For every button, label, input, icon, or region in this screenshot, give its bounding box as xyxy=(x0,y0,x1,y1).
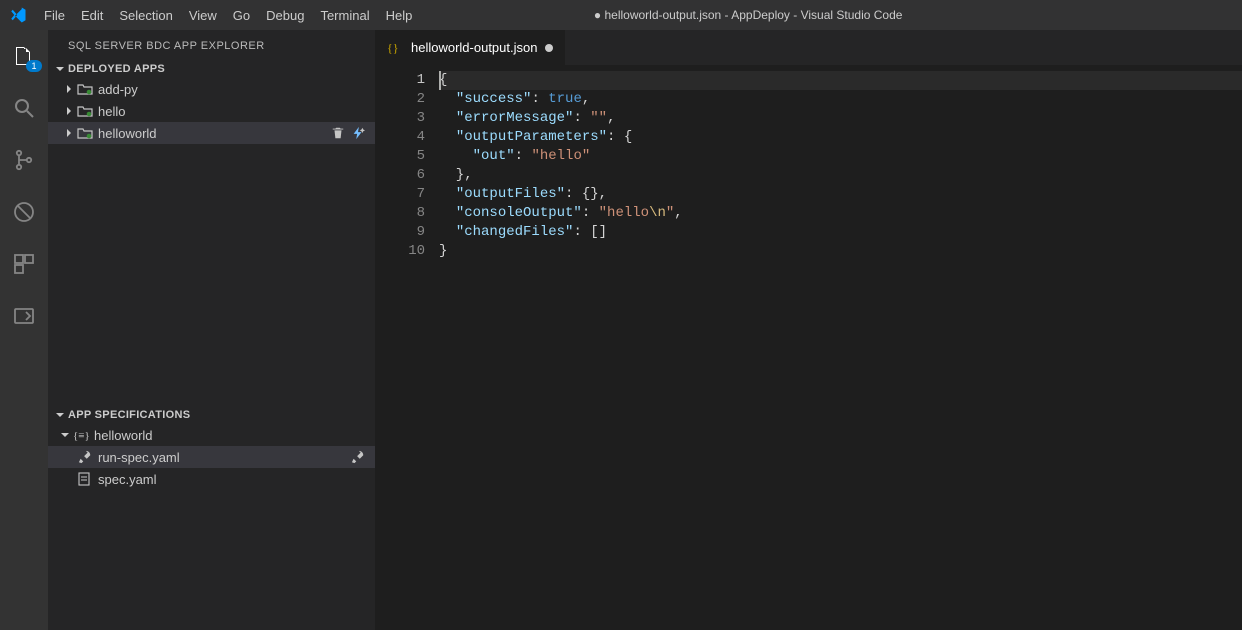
activity-extensions[interactable] xyxy=(0,244,48,284)
line-number-gutter: 1 2 3 4 5 6 7 8 9 10 xyxy=(375,71,439,261)
activity-debug[interactable] xyxy=(0,192,48,232)
app-specifications-header[interactable]: APP SPECIFICATIONS xyxy=(48,406,375,424)
spark-icon[interactable] xyxy=(351,126,365,140)
chevron-right-icon xyxy=(62,85,76,93)
window-title: ● helloworld-output.json - AppDeploy - V… xyxy=(420,8,1236,22)
activity-search[interactable] xyxy=(0,88,48,128)
folder-icon xyxy=(76,126,94,140)
spec-file-label: run-spec.yaml xyxy=(98,450,180,465)
menu-edit[interactable]: Edit xyxy=(73,0,111,30)
sidebar-title: SQL SERVER BDC APP EXPLORER xyxy=(48,30,375,60)
app-specifications-tree: {≡} helloworld run-spec.yaml spec.yaml xyxy=(48,424,375,630)
chevron-down-icon xyxy=(54,410,66,420)
menu-file[interactable]: File xyxy=(36,0,73,30)
menu-go[interactable]: Go xyxy=(225,0,258,30)
menu-view[interactable]: View xyxy=(181,0,225,30)
explorer-badge: 1 xyxy=(26,60,42,72)
spec-file-item[interactable]: run-spec.yaml xyxy=(48,446,375,468)
activity-app-deploy[interactable] xyxy=(0,296,48,336)
activity-bar: 1 xyxy=(0,30,48,630)
spec-root-item[interactable]: {≡} helloworld xyxy=(48,424,375,446)
code-body[interactable]: { "success": true, "errorMessage": "", "… xyxy=(439,71,1242,261)
chevron-right-icon xyxy=(62,107,76,115)
editor-tab[interactable]: {} helloworld-output.json xyxy=(375,30,565,65)
deployed-apps-header[interactable]: DEPLOYED APPS xyxy=(48,60,375,78)
editor-tabs: {} helloworld-output.json xyxy=(375,30,1242,65)
app-specifications-label: APP SPECIFICATIONS xyxy=(68,409,190,421)
json-file-icon: {} xyxy=(387,40,403,56)
svg-text:{≡}: {≡} xyxy=(73,430,89,442)
deployed-apps-tree: add-py hello helloworld xyxy=(48,78,375,144)
spec-root-label: helloworld xyxy=(94,428,153,443)
menu-terminal[interactable]: Terminal xyxy=(312,0,377,30)
deployed-app-item[interactable]: add-py xyxy=(48,78,375,100)
vscode-logo-icon xyxy=(6,6,30,24)
chevron-down-icon xyxy=(54,64,66,74)
braces-icon: {≡} xyxy=(72,428,90,442)
run-icon[interactable] xyxy=(351,450,365,464)
spec-file-item[interactable]: spec.yaml xyxy=(48,468,375,490)
menu-bar: File Edit Selection View Go Debug Termin… xyxy=(0,0,1242,30)
activity-scm[interactable] xyxy=(0,140,48,180)
chevron-right-icon xyxy=(62,129,76,137)
code-editor[interactable]: 1 2 3 4 5 6 7 8 9 10 { "success": true, … xyxy=(375,65,1242,261)
spec-file-label: spec.yaml xyxy=(98,472,157,487)
rocket-icon xyxy=(76,450,94,464)
chevron-down-icon xyxy=(58,430,72,440)
folder-icon xyxy=(76,104,94,118)
sidebar: SQL SERVER BDC APP EXPLORER DEPLOYED APP… xyxy=(48,30,375,630)
dirty-indicator-icon xyxy=(545,44,553,52)
folder-icon xyxy=(76,82,94,96)
yaml-file-icon xyxy=(76,472,94,486)
deployed-app-item[interactable]: helloworld xyxy=(48,122,375,144)
svg-text:{}: {} xyxy=(387,41,399,55)
activity-explorer[interactable]: 1 xyxy=(0,36,48,76)
deployed-apps-label: DEPLOYED APPS xyxy=(68,63,165,75)
menu-help[interactable]: Help xyxy=(378,0,421,30)
tab-title: helloworld-output.json xyxy=(411,40,537,55)
editor-area: {} helloworld-output.json 1 2 3 4 5 6 7 … xyxy=(375,30,1242,630)
deployed-app-label: helloworld xyxy=(98,126,157,141)
delete-icon[interactable] xyxy=(331,126,345,140)
deployed-app-item[interactable]: hello xyxy=(48,100,375,122)
menu-selection[interactable]: Selection xyxy=(111,0,180,30)
menu-debug[interactable]: Debug xyxy=(258,0,312,30)
deployed-app-label: hello xyxy=(98,104,125,119)
deployed-app-label: add-py xyxy=(98,82,138,97)
